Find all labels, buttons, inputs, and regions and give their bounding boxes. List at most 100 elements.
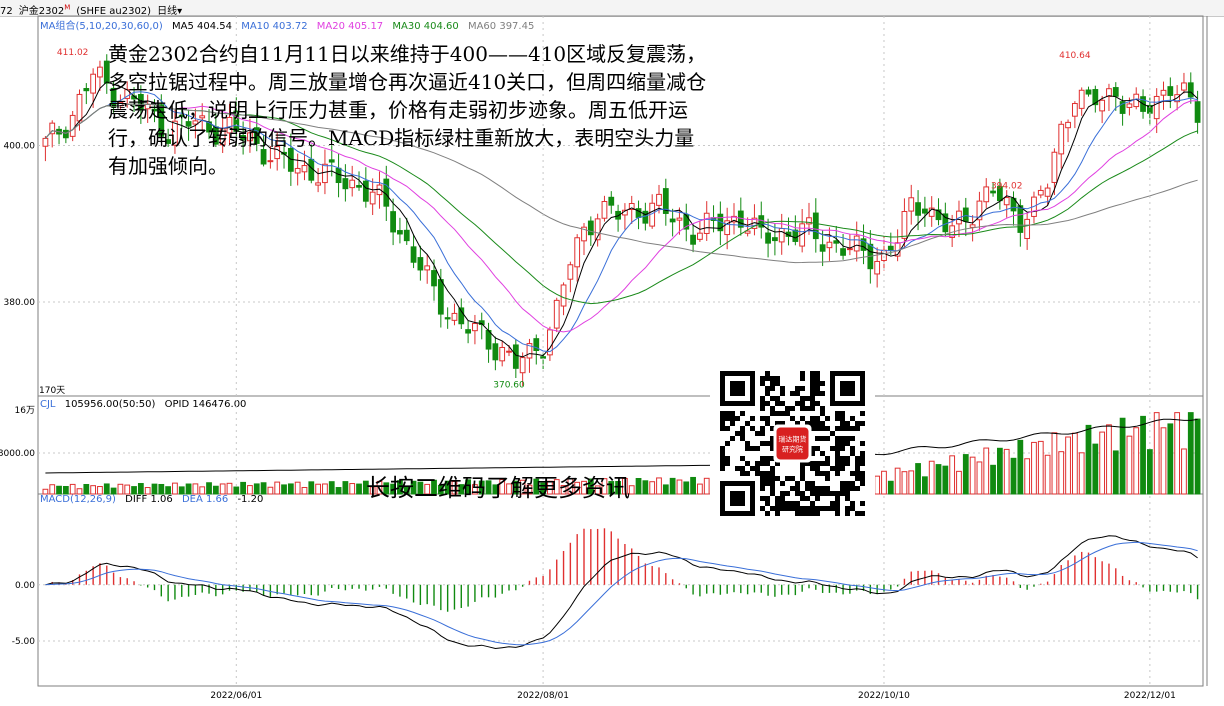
volume-bar (935, 464, 942, 495)
period-count-label: 170天 (39, 386, 65, 396)
qr-module (720, 416, 725, 421)
qr-module (860, 501, 865, 506)
volume-bar (1099, 431, 1106, 495)
qr-module (820, 391, 825, 396)
candle-body (356, 185, 362, 188)
qr-module (720, 456, 725, 461)
qr-module (755, 461, 760, 466)
volume-bar (342, 481, 349, 495)
qr-module (835, 501, 840, 506)
candle-body (1126, 103, 1133, 108)
volume-bar (676, 479, 683, 495)
volume-bar (683, 481, 690, 495)
qr-module (855, 461, 860, 466)
volume-bar (1058, 451, 1065, 495)
qr-module (835, 461, 840, 466)
qr-module (725, 411, 730, 416)
volume-bar (185, 483, 192, 495)
volume-bar (356, 483, 362, 495)
qr-module (735, 416, 740, 421)
qr-module (850, 506, 855, 511)
candle-body (1112, 87, 1119, 97)
qr-module (775, 476, 780, 481)
candle-body (1037, 189, 1044, 196)
qr-module (845, 461, 850, 466)
candle-body (83, 88, 90, 92)
qr-module (770, 481, 775, 486)
qr-module (815, 421, 820, 426)
qr-module (855, 466, 860, 471)
candle-body (676, 217, 683, 221)
volume-bar (192, 483, 199, 495)
qr-module (775, 506, 780, 511)
qr-module (795, 481, 800, 486)
qr-module (815, 496, 820, 501)
volume-bar (260, 482, 267, 495)
qr-module (730, 436, 735, 441)
volume-bar (287, 483, 294, 495)
qr-module (795, 386, 800, 391)
macd-diff-line (45, 535, 1198, 650)
qr-module (760, 471, 765, 476)
qr-module (810, 506, 815, 511)
qr-module (845, 436, 850, 441)
candle-body (42, 137, 49, 147)
volume-bar (628, 485, 635, 495)
qr-module (860, 471, 865, 476)
volume-bar (294, 481, 301, 495)
volume-bar (90, 485, 97, 495)
qr-module (765, 481, 770, 486)
qr-module (860, 451, 865, 456)
qr-module (860, 456, 865, 461)
qr-module (770, 411, 775, 416)
qr-module (810, 386, 815, 391)
volume-bar (662, 484, 669, 495)
candle-body (887, 245, 894, 251)
qr-module (745, 446, 750, 451)
qr-module (845, 511, 850, 516)
qr-module (815, 401, 820, 406)
qr-module (750, 446, 755, 451)
qr-module (785, 501, 790, 506)
price-annotation: 370.60 (493, 381, 525, 391)
qr-module (820, 471, 825, 476)
volume-bar (656, 477, 662, 495)
qr-module (860, 441, 865, 446)
qr-module (790, 476, 795, 481)
candle-body (472, 323, 478, 332)
volume-bar (1119, 417, 1126, 495)
volume-bar (172, 482, 178, 495)
qr-module (805, 496, 810, 501)
time-axis-label: 2022/08/01 (517, 691, 569, 701)
candle-body (369, 191, 376, 205)
qr-module (850, 416, 855, 421)
volume-bar (1167, 423, 1174, 495)
qr-module (845, 456, 850, 461)
qr-module (785, 406, 790, 411)
candle-body (512, 344, 519, 369)
candle-body (921, 208, 928, 214)
candle-body (1024, 218, 1031, 239)
candle-body (362, 180, 369, 202)
volume-bar (110, 487, 117, 495)
volume-bar (1003, 448, 1010, 495)
volume-bar (247, 485, 253, 495)
qr-module (800, 471, 805, 476)
candle-body (1078, 89, 1085, 109)
qr-module (815, 386, 820, 391)
volume-bar (921, 476, 928, 495)
qr-module (815, 391, 820, 396)
qr-module (830, 446, 835, 451)
candle-body (349, 179, 356, 189)
volume-bar (62, 485, 69, 495)
qr-module (820, 461, 825, 466)
qr-module (765, 391, 770, 396)
candle-body (485, 329, 492, 350)
qr-module (825, 476, 830, 481)
volume-bar (1146, 449, 1153, 495)
candle-body (656, 193, 662, 206)
qr-module (860, 476, 865, 481)
qr-module (770, 381, 775, 386)
qr-module (770, 406, 775, 411)
qr-module (805, 506, 810, 511)
